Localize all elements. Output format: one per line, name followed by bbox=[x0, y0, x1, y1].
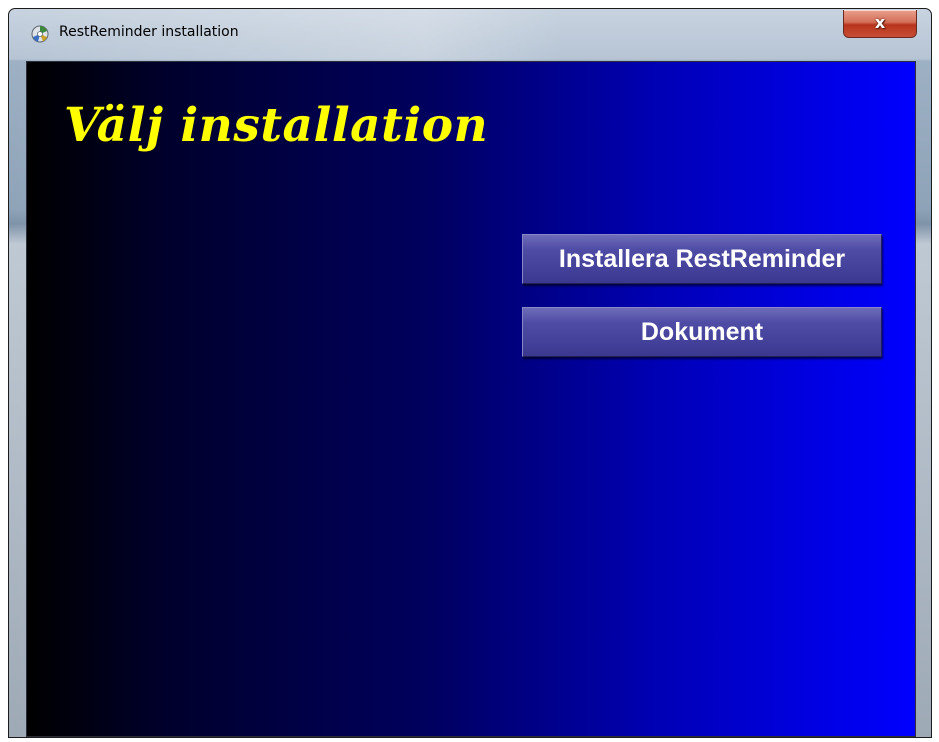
close-button[interactable]: x bbox=[843, 10, 917, 38]
install-restreminder-button[interactable]: Installera RestReminder bbox=[522, 234, 882, 284]
installer-disc-icon bbox=[31, 25, 49, 43]
window-title: RestReminder installation bbox=[59, 24, 239, 40]
title-bar[interactable]: RestReminder installation x bbox=[9, 9, 931, 61]
installer-window: RestReminder installation x Välj install… bbox=[8, 8, 932, 738]
page-title: Välj installation bbox=[64, 98, 489, 153]
close-icon: x bbox=[874, 13, 886, 32]
documents-button[interactable]: Dokument bbox=[522, 307, 882, 357]
installer-panel: Välj installation Installera RestReminde… bbox=[26, 61, 916, 737]
